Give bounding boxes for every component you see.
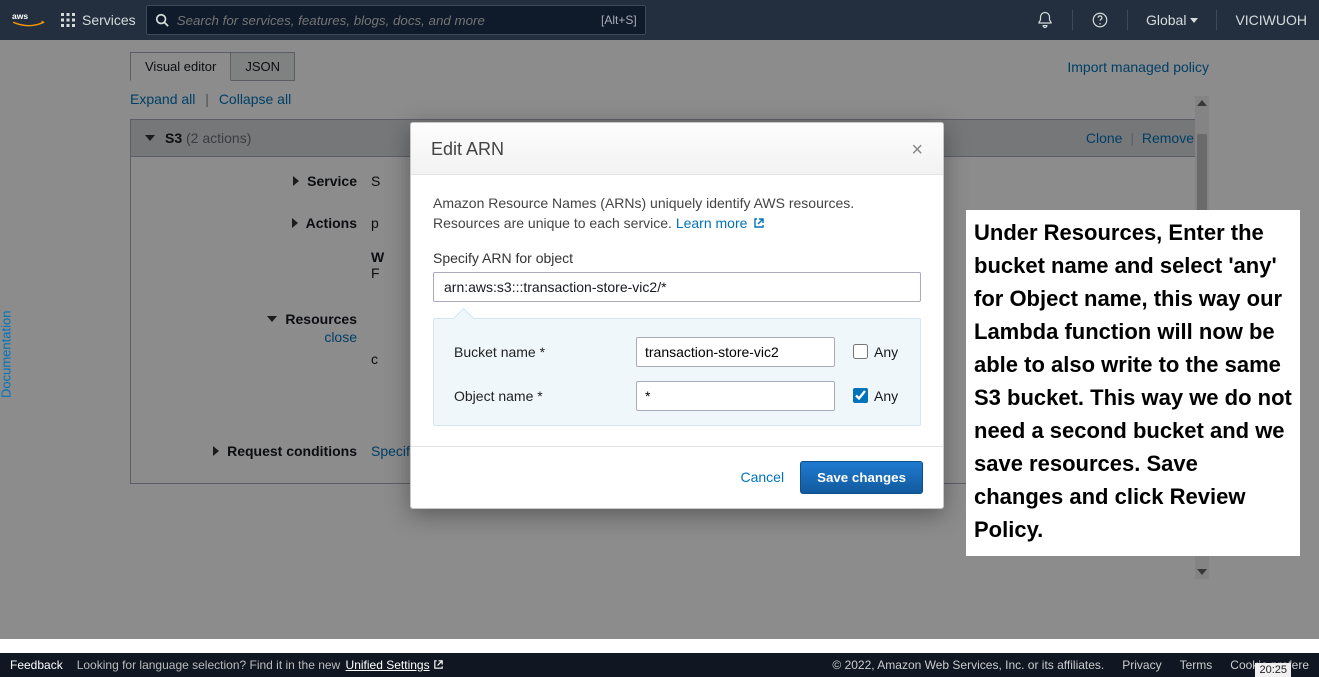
language-hint: Looking for language selection? Find it … xyxy=(77,658,444,672)
console-footer: Feedback Looking for language selection?… xyxy=(0,653,1319,677)
bucket-name-label: Bucket name * xyxy=(454,344,624,360)
documentation-tab[interactable]: Documentation xyxy=(0,299,20,410)
object-name-label: Object name * xyxy=(454,388,624,404)
search-icon xyxy=(155,13,169,27)
copyright-text: © 2022, Amazon Web Services, Inc. or its… xyxy=(832,658,1104,672)
arn-parts-panel: Bucket name * Any Object name * Any xyxy=(433,318,921,426)
caret-down-icon xyxy=(1190,18,1198,23)
bucket-any-checkbox[interactable] xyxy=(853,344,868,359)
save-changes-button[interactable]: Save changes xyxy=(800,461,923,494)
services-menu[interactable]: Services xyxy=(60,12,136,28)
external-link-icon xyxy=(753,217,765,229)
divider xyxy=(1072,10,1073,30)
instruction-annotation: Under Resources, Enter the bucket name a… xyxy=(966,210,1300,556)
global-search[interactable]: [Alt+S] xyxy=(146,5,646,35)
external-link-icon xyxy=(433,659,444,670)
search-shortcut: [Alt+S] xyxy=(601,13,637,27)
divider xyxy=(1216,10,1217,30)
feedback-link[interactable]: Feedback xyxy=(10,658,63,672)
help-icon[interactable] xyxy=(1091,11,1109,29)
top-nav: aws Services [Alt+S] Global VICIWUOH xyxy=(0,0,1319,40)
divider xyxy=(1127,10,1128,30)
object-any-checkbox[interactable] xyxy=(853,388,868,403)
grid-icon xyxy=(60,12,76,28)
notifications-icon[interactable] xyxy=(1036,11,1054,29)
privacy-link[interactable]: Privacy xyxy=(1122,658,1161,672)
region-label: Global xyxy=(1146,12,1186,28)
bucket-any-label: Any xyxy=(874,344,898,360)
specify-arn-label: Specify ARN for object xyxy=(433,250,921,266)
object-any-label: Any xyxy=(874,388,898,404)
instruction-text: Under Resources, Enter the bucket name a… xyxy=(974,216,1292,546)
arn-input[interactable] xyxy=(433,272,921,302)
system-clock: 20:25 xyxy=(1255,663,1291,677)
edit-arn-modal: Edit ARN × Amazon Resource Names (ARNs) … xyxy=(410,122,944,509)
modal-title: Edit ARN xyxy=(431,139,504,160)
aws-logo[interactable]: aws xyxy=(12,9,46,31)
search-input[interactable] xyxy=(177,13,593,28)
terms-link[interactable]: Terms xyxy=(1180,658,1213,672)
cancel-button[interactable]: Cancel xyxy=(741,469,785,485)
services-label: Services xyxy=(82,12,136,28)
modal-close-button[interactable]: × xyxy=(911,140,923,160)
modal-description: Amazon Resource Names (ARNs) uniquely id… xyxy=(433,193,921,234)
bucket-name-input[interactable] xyxy=(636,337,835,367)
account-label[interactable]: VICIWUOH xyxy=(1235,12,1307,28)
modal-description-text: Amazon Resource Names (ARNs) uniquely id… xyxy=(433,195,854,231)
learn-more-link[interactable]: Learn more xyxy=(676,215,765,231)
unified-settings-link[interactable]: Unified Settings xyxy=(346,658,444,672)
region-selector[interactable]: Global xyxy=(1146,12,1198,28)
object-name-input[interactable] xyxy=(636,381,835,411)
svg-text:aws: aws xyxy=(12,11,28,21)
